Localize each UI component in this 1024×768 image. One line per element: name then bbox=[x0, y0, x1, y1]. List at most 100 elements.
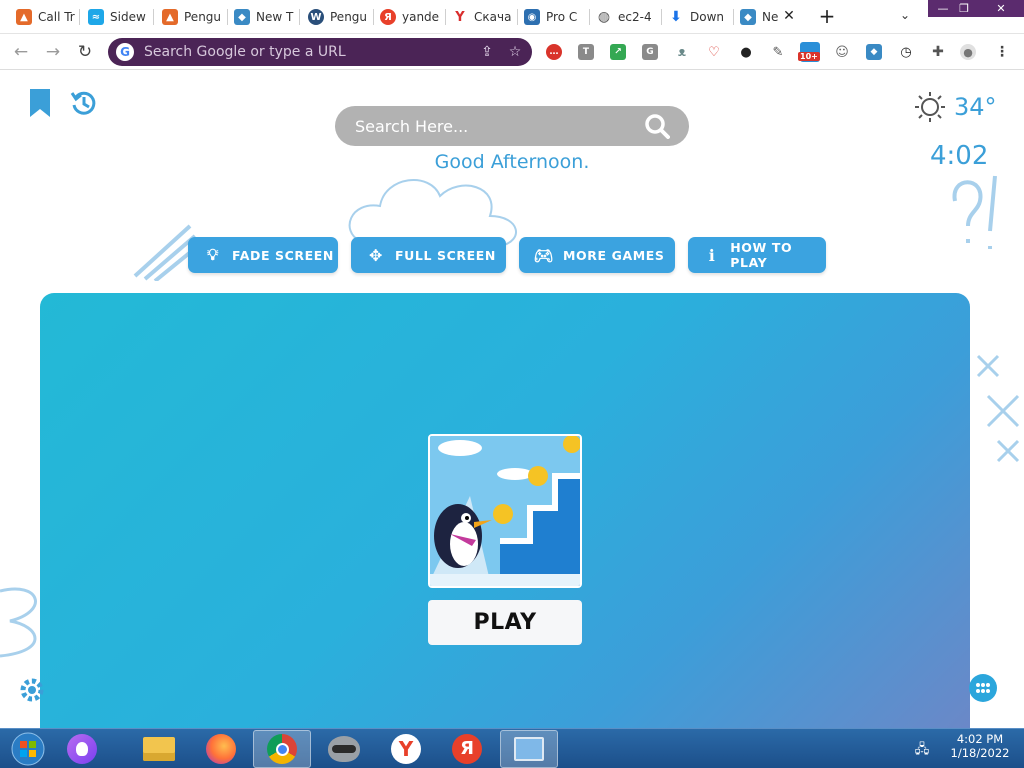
cat-extension-icon[interactable]: ᴥ bbox=[674, 44, 690, 60]
heart-extension-icon[interactable]: ♡ bbox=[706, 44, 722, 60]
network-icon[interactable]: 🖧︎ bbox=[914, 740, 930, 757]
tab-strip: ▲ Call Tr ≈ Sidew ▲ Pengu ◆ New T W Peng… bbox=[0, 0, 1024, 34]
browser-toolbar: ← → ↻ G Search Google or type a URL ⇪ ☆ … bbox=[0, 34, 1024, 70]
tab-new-tab-active[interactable]: ◆ Ne bbox=[740, 5, 780, 29]
full-screen-button[interactable]: ✥ FULL SCREEN bbox=[351, 237, 506, 273]
new-tab-button[interactable]: + bbox=[817, 6, 837, 26]
yandex-y-icon: Y bbox=[452, 9, 468, 25]
tab-favicon-icon: ▲ bbox=[16, 9, 32, 25]
tab-favicon-icon: ≈ bbox=[88, 9, 104, 25]
game-thumbnail[interactable] bbox=[428, 434, 582, 588]
stars-doodle-icon bbox=[976, 354, 1020, 463]
tab-pro-c[interactable]: ◉ Pro C bbox=[524, 5, 590, 29]
download-icon: ⬇ bbox=[668, 9, 684, 25]
tab-label: Call Tr bbox=[38, 10, 75, 24]
penguin-game-image-icon bbox=[430, 436, 580, 586]
tab-skachat[interactable]: Y Скача bbox=[452, 5, 518, 29]
speech-extension-icon[interactable]: ● bbox=[738, 44, 754, 60]
tab-label: yande bbox=[402, 10, 440, 24]
how-to-play-button[interactable]: ℹ HOW TO PLAY bbox=[688, 237, 826, 273]
kebab-menu-icon[interactable]: ⋮ bbox=[994, 44, 1010, 60]
close-tab-icon[interactable]: ✕ bbox=[781, 8, 797, 24]
tray-clock[interactable]: 4:02 PM 1/18/2022 bbox=[936, 732, 1024, 760]
windows-logo-icon bbox=[11, 732, 45, 766]
back-arrow-icon[interactable]: ← bbox=[10, 41, 32, 63]
omnibox-input[interactable]: Search Google or type a URL bbox=[144, 44, 476, 60]
page-search-bar[interactable]: Search Here... bbox=[335, 106, 689, 146]
tab-sidew[interactable]: ≈ Sidew bbox=[88, 5, 154, 29]
puzzle-extensions-icon[interactable]: ✚ bbox=[930, 44, 946, 60]
page-search-input[interactable]: Search Here... bbox=[355, 117, 637, 136]
apps-grid-icon[interactable] bbox=[969, 674, 997, 702]
google-icon: G bbox=[116, 43, 134, 61]
tab-search-chevron-icon[interactable]: ⌄ bbox=[896, 8, 914, 26]
tab-favicon-icon: ▲ bbox=[162, 9, 178, 25]
tab-yandex[interactable]: Я yande bbox=[380, 5, 446, 29]
tab-penguin-2[interactable]: W Pengu bbox=[308, 5, 374, 29]
remote-desktop-icon[interactable] bbox=[500, 730, 558, 768]
badge-extension-icon[interactable]: 10+ bbox=[798, 42, 820, 62]
omnibox[interactable]: G Search Google or type a URL ⇪ ☆ bbox=[108, 38, 532, 66]
chat-extension-icon[interactable]: … bbox=[546, 44, 562, 60]
tray-time: 4:02 PM bbox=[956, 732, 1004, 746]
start-button[interactable] bbox=[2, 730, 54, 768]
share-icon[interactable]: ⇪ bbox=[476, 44, 498, 60]
restore-button[interactable]: ❐ bbox=[950, 0, 978, 17]
more-games-button[interactable]: 🎮︎ MORE GAMES bbox=[519, 237, 675, 273]
tab-downloads[interactable]: ⬇ Down bbox=[668, 5, 734, 29]
game-panel: PLAY bbox=[40, 293, 970, 728]
forward-arrow-icon[interactable]: → bbox=[42, 41, 64, 63]
full-screen-label: FULL SCREEN bbox=[395, 247, 496, 263]
system-tray: 🖧︎ 4:02 PM 1/18/2022 bbox=[914, 729, 1024, 768]
alice-assistant-icon[interactable] bbox=[60, 730, 104, 768]
tab-new-tab-1[interactable]: ◆ New T bbox=[234, 5, 300, 29]
move-arrows-icon: ✥ bbox=[368, 245, 383, 265]
game-extension-icon[interactable]: ◆ bbox=[866, 44, 882, 60]
tab-favicon-icon: ◆ bbox=[234, 9, 250, 25]
info-icon: ℹ bbox=[708, 245, 716, 265]
tab-label: ec2-4 bbox=[618, 10, 652, 24]
tab-favicon-icon: ◉ bbox=[524, 9, 540, 25]
bookmark-star-icon[interactable]: ☆ bbox=[504, 44, 526, 60]
weather-widget: 34° bbox=[914, 91, 997, 123]
tab-favicon-icon: ◆ bbox=[740, 9, 756, 25]
more-games-label: MORE GAMES bbox=[563, 247, 665, 263]
bookmark-icon[interactable] bbox=[28, 89, 52, 121]
settings-gear-icon[interactable] bbox=[18, 676, 46, 704]
t-extension-icon[interactable]: T bbox=[578, 44, 594, 60]
timer-extension-icon[interactable]: ◷ bbox=[898, 44, 914, 60]
g-extension-icon[interactable]: G bbox=[642, 44, 658, 60]
profile-avatar-icon[interactable]: ● bbox=[960, 44, 976, 60]
tab-label: Pengu bbox=[184, 10, 222, 24]
green-extension-icon[interactable]: ↗ bbox=[610, 44, 626, 60]
windows-taskbar: Y Я 🖧︎ 4:02 PM 1/18/2022 bbox=[0, 728, 1024, 768]
tab-ec2[interactable]: ◍ ec2-4 bbox=[596, 5, 662, 29]
bot-extension-icon[interactable]: ☺ bbox=[834, 44, 850, 60]
tab-label: Pro C bbox=[546, 10, 578, 24]
tab-label: Pengu bbox=[330, 10, 368, 24]
tab-call-tracker[interactable]: ▲ Call Tr bbox=[16, 5, 80, 29]
how-to-play-label: HOW TO PLAY bbox=[730, 240, 793, 270]
fade-screen-button[interactable]: 💡︎ FADE SCREEN bbox=[188, 237, 338, 273]
gamepad-icon: 🎮︎ bbox=[533, 245, 555, 265]
reload-icon[interactable]: ↻ bbox=[74, 41, 96, 63]
raccoon-app-icon[interactable] bbox=[315, 730, 373, 768]
play-button[interactable]: PLAY bbox=[428, 600, 582, 645]
question-doodle-icon bbox=[952, 175, 997, 249]
clock-text: 4:02 bbox=[930, 141, 989, 171]
sun-icon bbox=[915, 92, 945, 122]
yandex-browser-icon[interactable]: Y bbox=[377, 730, 435, 768]
chrome-icon[interactable] bbox=[253, 730, 311, 768]
note-extension-icon[interactable]: ✎ bbox=[770, 44, 786, 60]
firefox-icon[interactable] bbox=[192, 730, 250, 768]
yandex-icon[interactable]: Я bbox=[438, 730, 496, 768]
tab-label: Скача bbox=[474, 10, 512, 24]
tray-date: 1/18/2022 bbox=[950, 746, 1010, 760]
lightbulb-icon: 💡︎ bbox=[207, 245, 219, 264]
tab-penguin-1[interactable]: ▲ Pengu bbox=[162, 5, 228, 29]
history-icon[interactable] bbox=[70, 89, 98, 121]
file-explorer-icon[interactable] bbox=[130, 730, 188, 768]
search-icon[interactable] bbox=[637, 106, 677, 146]
wordpress-icon: W bbox=[308, 9, 324, 25]
close-window-button[interactable]: ✕ bbox=[978, 0, 1024, 17]
